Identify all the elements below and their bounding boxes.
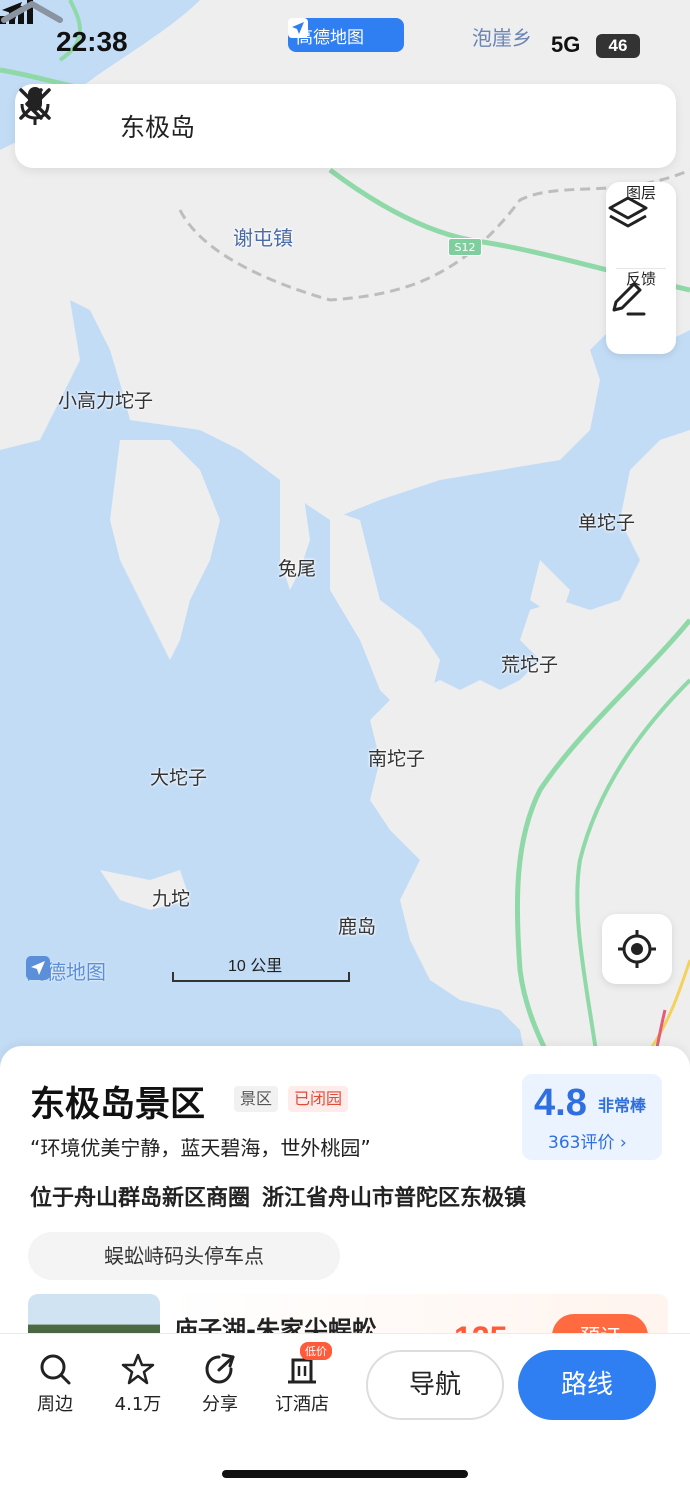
place-label[interactable]: 单坨子 — [578, 508, 635, 535]
highway-badge: S12 — [448, 238, 482, 256]
place-label[interactable]: 小高力坨子 — [58, 386, 153, 413]
favorite-button[interactable]: 4.1万 — [103, 1352, 173, 1416]
review-quote: “环境优美宁静，蓝天碧海，世外桃园” — [30, 1136, 371, 1160]
place-label[interactable]: 兔尾 — [278, 554, 316, 581]
business-area: 位于舟山群岛新区商圈 — [30, 1186, 251, 1211]
favorite-count: 4.1万 — [114, 1394, 162, 1415]
close-icon[interactable] — [15, 84, 55, 124]
status-time: 22:38 — [56, 26, 128, 57]
crosshair-icon — [618, 930, 656, 968]
hotel-label: 订酒店 — [275, 1394, 329, 1415]
amap-logo-icon — [288, 18, 308, 38]
place-label[interactable]: 九坨 — [152, 884, 190, 911]
network-type: 5G — [551, 32, 581, 57]
poi-title: 东极岛景区 — [30, 1085, 206, 1125]
place-label[interactable]: 鹿岛 — [338, 912, 376, 939]
parking-chip[interactable]: 蜈蚣峙码头停车点 — [28, 1232, 340, 1280]
rating-score: 4.8 — [534, 1082, 587, 1124]
place-label[interactable]: 大坨子 — [150, 763, 207, 790]
status-badge: 已闭园 — [288, 1086, 349, 1112]
share-icon — [205, 1353, 235, 1384]
map-watermark: 高德地图 — [26, 956, 106, 985]
low-price-badge: 低价 — [300, 1342, 332, 1360]
rating-description: 非常棒 — [598, 1096, 647, 1115]
nearby-label: 周边 — [37, 1394, 73, 1415]
category-tag: 景区 — [234, 1086, 279, 1112]
place-label[interactable]: 谢屯镇 — [233, 222, 293, 251]
hotel-button[interactable]: 订酒店 — [267, 1352, 337, 1416]
share-label: 分享 — [202, 1394, 238, 1415]
map-view[interactable]: 谢屯镇 小高力坨子 兔尾 单坨子 荒坨子 南坨子 大坨子 九坨 鹿岛 S12 2… — [0, 0, 690, 1080]
search-icon — [40, 1354, 71, 1385]
search-bar[interactable]: 东极岛 — [15, 84, 676, 168]
rating-card[interactable]: 4.8 非常棒 363评价 › — [522, 1074, 662, 1160]
star-icon — [121, 1353, 155, 1385]
chevron-up-icon[interactable] — [0, 0, 64, 24]
battery-indicator: 46 — [596, 34, 640, 58]
amap-logo-icon — [26, 956, 50, 980]
feedback-button[interactable]: 反馈 — [606, 268, 676, 354]
layers-button[interactable]: 图层 — [606, 182, 676, 268]
search-input[interactable]: 东极岛 — [120, 108, 195, 144]
bottom-toolbar: 周边 4.1万 分享 订酒店 低价 导航 路线 — [0, 1333, 690, 1493]
map-tools-panel: 图层 反馈 — [606, 182, 676, 354]
navigate-button[interactable]: 导航 — [366, 1350, 504, 1420]
home-indicator[interactable] — [222, 1470, 468, 1478]
layers-icon — [608, 196, 648, 228]
locate-me-button[interactable] — [602, 914, 672, 984]
address-detail[interactable]: 浙江省舟山市普陀区东极镇 — [262, 1186, 526, 1211]
review-count-link[interactable]: 363评价 › — [548, 1128, 627, 1153]
status-extra-label: 泡崖乡 — [472, 26, 532, 50]
edit-pen-icon — [612, 282, 646, 316]
app-return-badge[interactable]: 高德地图 — [288, 18, 404, 52]
address-line: 位于舟山群岛新区商圈 浙江省舟山市普陀区东极镇 — [30, 1180, 526, 1212]
place-label[interactable]: 南坨子 — [368, 744, 425, 771]
place-label[interactable]: 荒坨子 — [501, 650, 558, 677]
share-button[interactable]: 分享 — [185, 1352, 255, 1416]
nearby-button[interactable]: 周边 — [20, 1352, 90, 1416]
scale-bar — [172, 972, 350, 982]
route-button[interactable]: 路线 — [518, 1350, 656, 1420]
